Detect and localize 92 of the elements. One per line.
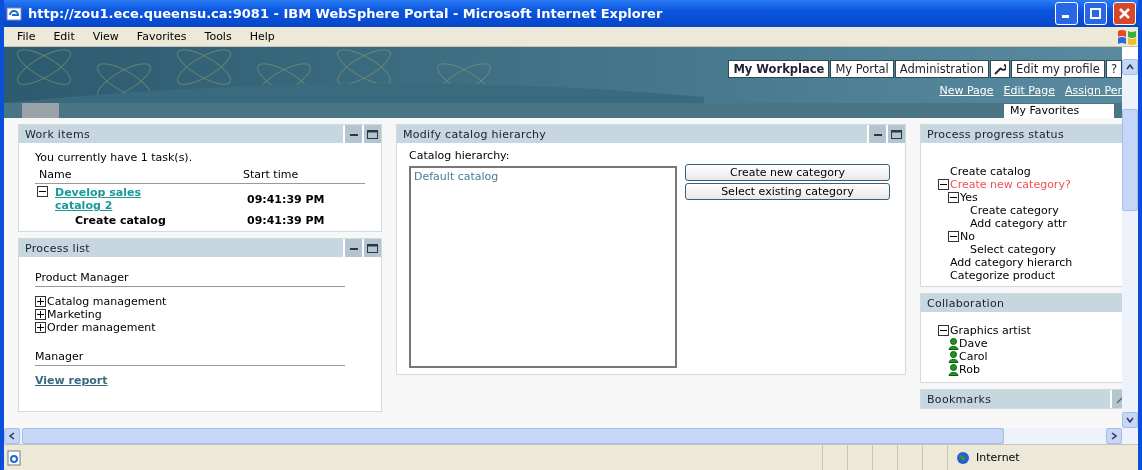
field-label: Catalog hierarchy:	[409, 149, 510, 162]
member-name: Dave	[959, 337, 988, 350]
nav-tab[interactable]: Administration	[894, 60, 989, 78]
nav-tab[interactable]: My Workplace	[728, 60, 830, 78]
step-label: Categorize product	[950, 269, 1056, 282]
menu-item[interactable]: View	[83, 30, 128, 43]
collapse-icon[interactable]	[938, 325, 949, 336]
group-heading: Manager	[35, 350, 84, 363]
close-icon	[1119, 8, 1130, 19]
collapse-icon[interactable]	[948, 231, 959, 242]
person-icon	[948, 350, 959, 363]
maximize-icon	[367, 129, 378, 139]
collapse-icon[interactable]	[938, 179, 949, 190]
expand-icon[interactable]	[35, 296, 46, 307]
portlet-title: Process list	[24, 241, 91, 255]
person-icon	[948, 363, 959, 376]
tool-button[interactable]	[989, 60, 1010, 78]
task-link[interactable]: Develop sales catalog 2	[55, 186, 187, 212]
step-label: Yes	[960, 191, 978, 204]
page-link[interactable]: New Page	[939, 84, 994, 97]
step-label: Create category	[970, 204, 1059, 217]
vertical-scrollbar[interactable]	[1122, 59, 1138, 444]
column-header: Name	[39, 168, 73, 181]
maximize-window-button[interactable]	[1084, 2, 1107, 25]
minimize-icon	[349, 132, 358, 136]
portlet-title: Modify catalog hierarchy	[402, 127, 548, 141]
step-label: Select category	[970, 243, 1057, 256]
step-label: No	[960, 230, 975, 243]
menu-item[interactable]: File	[8, 30, 45, 43]
minimize-button[interactable]	[343, 125, 362, 143]
portlet-title: Process progress status	[926, 127, 1065, 141]
catalog-list-item[interactable]: Default catalog	[414, 170, 672, 183]
column-header: Start time	[243, 168, 300, 181]
subtask-name: Create catalog	[74, 214, 167, 227]
page-tab[interactable]: My Favorites	[1004, 104, 1114, 118]
minimize-button[interactable]	[867, 125, 886, 143]
minimize-icon	[349, 246, 358, 250]
wrench-icon	[993, 63, 1006, 75]
person-icon	[948, 337, 959, 350]
collapse-icon[interactable]	[37, 186, 48, 197]
menu-item[interactable]: Favorites	[127, 30, 196, 43]
step-label: Add category attr	[970, 217, 1067, 230]
minimize-window-button[interactable]	[1055, 2, 1078, 25]
expand-icon[interactable]	[35, 309, 46, 320]
report-link[interactable]: View report	[35, 374, 108, 387]
nav-block	[22, 103, 59, 118]
nav-tab[interactable]: My Portal	[830, 60, 894, 78]
start-time: 09:41:39 PM	[247, 214, 326, 227]
close-button[interactable]	[1113, 2, 1136, 25]
maximize-button[interactable]	[362, 125, 381, 143]
nav-tab[interactable]: Edit my profile	[1010, 60, 1105, 78]
pencil-icon	[1115, 394, 1122, 404]
page-link[interactable]: Assign Per	[1064, 84, 1122, 97]
maximize-button[interactable]	[886, 125, 905, 143]
maximize-button[interactable]	[362, 239, 381, 257]
portlet-title: Work items	[24, 127, 91, 141]
page-icon	[6, 449, 22, 466]
step-label: Create new category?	[950, 178, 1071, 191]
task-summary: You currently have 1 task(s).	[35, 151, 194, 164]
windows-logo-icon	[1116, 27, 1138, 46]
maximize-icon	[1090, 8, 1101, 19]
page-link[interactable]: Edit Page	[1003, 84, 1055, 97]
category-button[interactable]: Select existing category	[685, 183, 890, 200]
window-title: http://zou1.ece.queensu.ca:9081 - IBM WebSphere Portal - Microsoft Internet Explorer	[28, 6, 664, 21]
maximize-icon	[367, 243, 378, 253]
portlet-title: Collaboration	[926, 296, 1006, 310]
catalog-list[interactable]: Default catalog	[409, 166, 677, 368]
group-name: Graphics artist	[950, 324, 1031, 337]
menu-item[interactable]: Edit	[44, 30, 84, 43]
start-time: 09:41:39 PM	[247, 192, 326, 206]
collapse-icon[interactable]	[948, 192, 959, 203]
menu-item[interactable]: Tools	[195, 30, 241, 43]
horizontal-scrollbar[interactable]	[4, 428, 1122, 444]
menu-item[interactable]: Help	[240, 30, 284, 43]
browser-icon	[6, 5, 22, 22]
globe-icon	[956, 450, 970, 465]
process-item[interactable]: Catalog management	[47, 295, 167, 308]
portlet-title: Bookmarks	[926, 392, 993, 406]
step-label: Create catalog	[950, 165, 1031, 178]
minimize-button[interactable]	[343, 239, 362, 257]
group-heading: Product Manager	[35, 271, 129, 284]
nav-tab[interactable]: ?	[1105, 60, 1122, 78]
expand-icon[interactable]	[35, 322, 46, 333]
member-name: Rob	[959, 363, 980, 376]
process-item[interactable]: Order management	[47, 321, 156, 334]
process-item[interactable]: Marketing	[47, 308, 102, 321]
minimize-icon	[873, 132, 882, 136]
maximize-icon	[891, 129, 902, 139]
category-button[interactable]: Create new category	[685, 164, 890, 181]
step-label: Add category hierarch	[950, 256, 1073, 269]
member-name: Carol	[959, 350, 988, 363]
security-zone: Internet	[976, 451, 1020, 464]
